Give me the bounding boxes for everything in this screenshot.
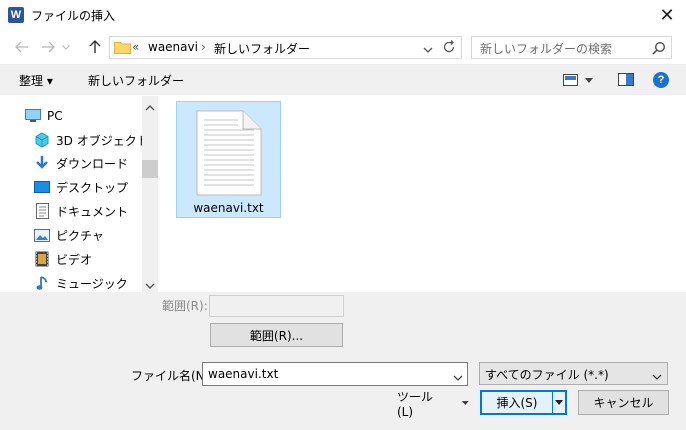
- view-icon: [563, 74, 578, 86]
- tools-label: ツール(L): [397, 389, 434, 419]
- caret-down-icon: [462, 401, 469, 405]
- nav-item-pc[interactable]: PC: [25, 105, 63, 127]
- tools-menu[interactable]: ツール(L): [397, 390, 469, 419]
- download-icon: [34, 155, 50, 171]
- document-icon: [34, 203, 50, 219]
- help-icon: ?: [657, 74, 665, 86]
- pictures-icon: [34, 227, 50, 243]
- desktop-icon: [34, 179, 50, 195]
- filename-dropdown-button[interactable]: [453, 371, 463, 385]
- forward-button[interactable]: [37, 37, 59, 57]
- range-input[interactable]: [209, 295, 344, 317]
- nav-item-label: ビデオ: [56, 252, 93, 267]
- arrow-up-icon: [89, 40, 101, 53]
- range-button-label: 範囲(R)...: [249, 328, 304, 343]
- scroll-down-button[interactable]: [145, 279, 155, 293]
- search-placeholder: 新しいフォルダーの検索: [480, 42, 613, 56]
- breadcrumb-waenavi[interactable]: waenavi: [148, 40, 198, 54]
- chevron-down-icon: [145, 283, 155, 289]
- nav-item-downloads[interactable]: ダウンロード: [34, 152, 128, 174]
- search-box[interactable]: 新しいフォルダーの検索: [471, 36, 672, 59]
- caret-down-icon: [585, 77, 593, 83]
- caret-down-icon: [555, 400, 563, 405]
- nav-item-music[interactable]: ミュージック: [34, 272, 128, 294]
- nav-item-3d-objects[interactable]: 3D オブジェクト: [34, 129, 149, 151]
- window-title: ファイルの挿入: [31, 9, 116, 23]
- arrow-right-icon: [42, 41, 55, 53]
- filetype-select[interactable]: すべてのファイル (*.*): [479, 362, 668, 385]
- chevron-up-icon: [145, 105, 155, 111]
- pc-icon: [25, 108, 41, 124]
- scroll-thumb[interactable]: [142, 160, 158, 178]
- address-prefix[interactable]: «: [132, 40, 139, 54]
- filetype-value: すべてのファイル (*.*): [485, 368, 609, 382]
- insert-button[interactable]: 挿入(S): [482, 392, 552, 413]
- chevron-down-icon: [453, 375, 463, 381]
- filename-combobox[interactable]: waenavi.txt: [202, 362, 468, 386]
- nav-item-label: ダウンロード: [56, 156, 129, 171]
- file-item[interactable]: waenavi.txt: [176, 101, 281, 218]
- chevron-down-icon: [423, 47, 433, 53]
- cancel-button[interactable]: キャンセル: [578, 390, 669, 415]
- new-folder-button[interactable]: 新しいフォルダー: [88, 72, 184, 89]
- nav-item-label: ミュージック: [56, 276, 128, 291]
- nav-item-label: ドキュメント: [56, 204, 129, 219]
- nav-item-documents[interactable]: ドキュメント: [34, 200, 128, 222]
- music-icon: [34, 275, 50, 291]
- change-view-button[interactable]: [563, 72, 599, 88]
- nav-item-label: 3D オブジェクト: [56, 133, 149, 148]
- back-button[interactable]: [11, 37, 33, 57]
- folder-icon: [114, 40, 131, 54]
- cancel-button-label: キャンセル: [593, 396, 654, 410]
- insert-split-button[interactable]: 挿入(S): [480, 390, 567, 415]
- file-name-label: waenavi.txt: [193, 201, 264, 215]
- preview-pane-icon: [618, 73, 634, 86]
- organize-menu[interactable]: 整理 ▾: [19, 72, 53, 89]
- nav-item-label: デスクトップ: [56, 180, 129, 195]
- text-file-icon: [196, 110, 262, 199]
- nav-item-desktop[interactable]: デスクトップ: [34, 176, 128, 198]
- nav-item-pictures[interactable]: ピクチャ: [34, 224, 104, 246]
- scroll-up-button[interactable]: [145, 100, 155, 114]
- search-icon: [652, 41, 666, 58]
- address-history-button[interactable]: [423, 43, 433, 57]
- close-button[interactable]: ✕: [648, 0, 686, 30]
- range-button[interactable]: 範囲(R)...: [210, 323, 343, 347]
- insert-options-button[interactable]: [553, 392, 565, 413]
- filetype-dropdown-icon: [652, 370, 662, 384]
- word-app-icon: W: [8, 7, 24, 23]
- help-button[interactable]: ?: [653, 72, 669, 88]
- video-icon: [34, 251, 50, 267]
- recent-locations-button[interactable]: [59, 37, 73, 57]
- close-icon: ✕: [659, 4, 675, 26]
- chevron-down-icon: [652, 374, 662, 380]
- breadcrumb-separator[interactable]: ›: [201, 40, 206, 54]
- nav-scrollbar[interactable]: [142, 96, 158, 292]
- range-label: 範囲(R):: [162, 299, 208, 313]
- refresh-icon: [443, 40, 455, 53]
- 3d-objects-icon: [34, 132, 50, 148]
- filename-input-value[interactable]: waenavi.txt: [208, 367, 278, 381]
- nav-item-videos[interactable]: ビデオ: [34, 248, 92, 270]
- insert-button-label: 挿入(S): [496, 396, 538, 410]
- nav-item-label: PC: [47, 109, 63, 123]
- address-bar[interactable]: « waenavi › 新しいフォルダー: [109, 36, 462, 59]
- chevron-down-icon: [62, 44, 70, 50]
- up-button[interactable]: [84, 37, 106, 57]
- refresh-button[interactable]: [442, 40, 457, 55]
- nav-item-label: ピクチャ: [56, 228, 104, 243]
- arrow-left-icon: [15, 41, 28, 53]
- preview-pane-button[interactable]: [618, 73, 634, 89]
- breadcrumb-new-folder[interactable]: 新しいフォルダー: [214, 40, 310, 57]
